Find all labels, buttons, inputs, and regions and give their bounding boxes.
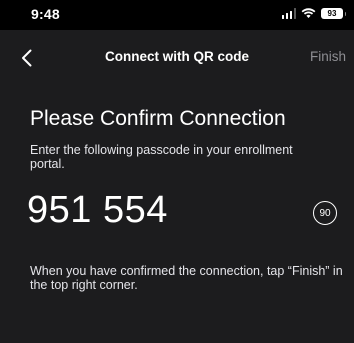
back-button[interactable] [14, 44, 38, 72]
battery-level: 93 [327, 9, 337, 18]
nav-title: Connect with QR code [104, 49, 249, 64]
finish-button[interactable]: Finish [310, 49, 346, 64]
wifi-icon [301, 8, 316, 18]
passcode-instruction: Enter the following passcode in your enr… [30, 143, 293, 171]
nav-bar: Connect with QR code Finish [0, 30, 354, 84]
confirm-note: When you have confirmed the connection, … [30, 264, 343, 292]
status-time: 9:48 [31, 6, 60, 22]
signal-icon [281, 8, 296, 19]
battery-icon: 93 [321, 8, 346, 19]
passcode: 951 554 [27, 189, 168, 231]
status-bar: 9:48 93 [0, 0, 354, 30]
countdown-timer: 90 [313, 201, 337, 225]
status-icons: 93 [281, 8, 346, 19]
chevron-left-icon [21, 49, 31, 67]
enrollment-screen: Connect with QR code Finish Please Confi… [0, 30, 354, 343]
page-title: Please Confirm Connection [30, 107, 286, 130]
